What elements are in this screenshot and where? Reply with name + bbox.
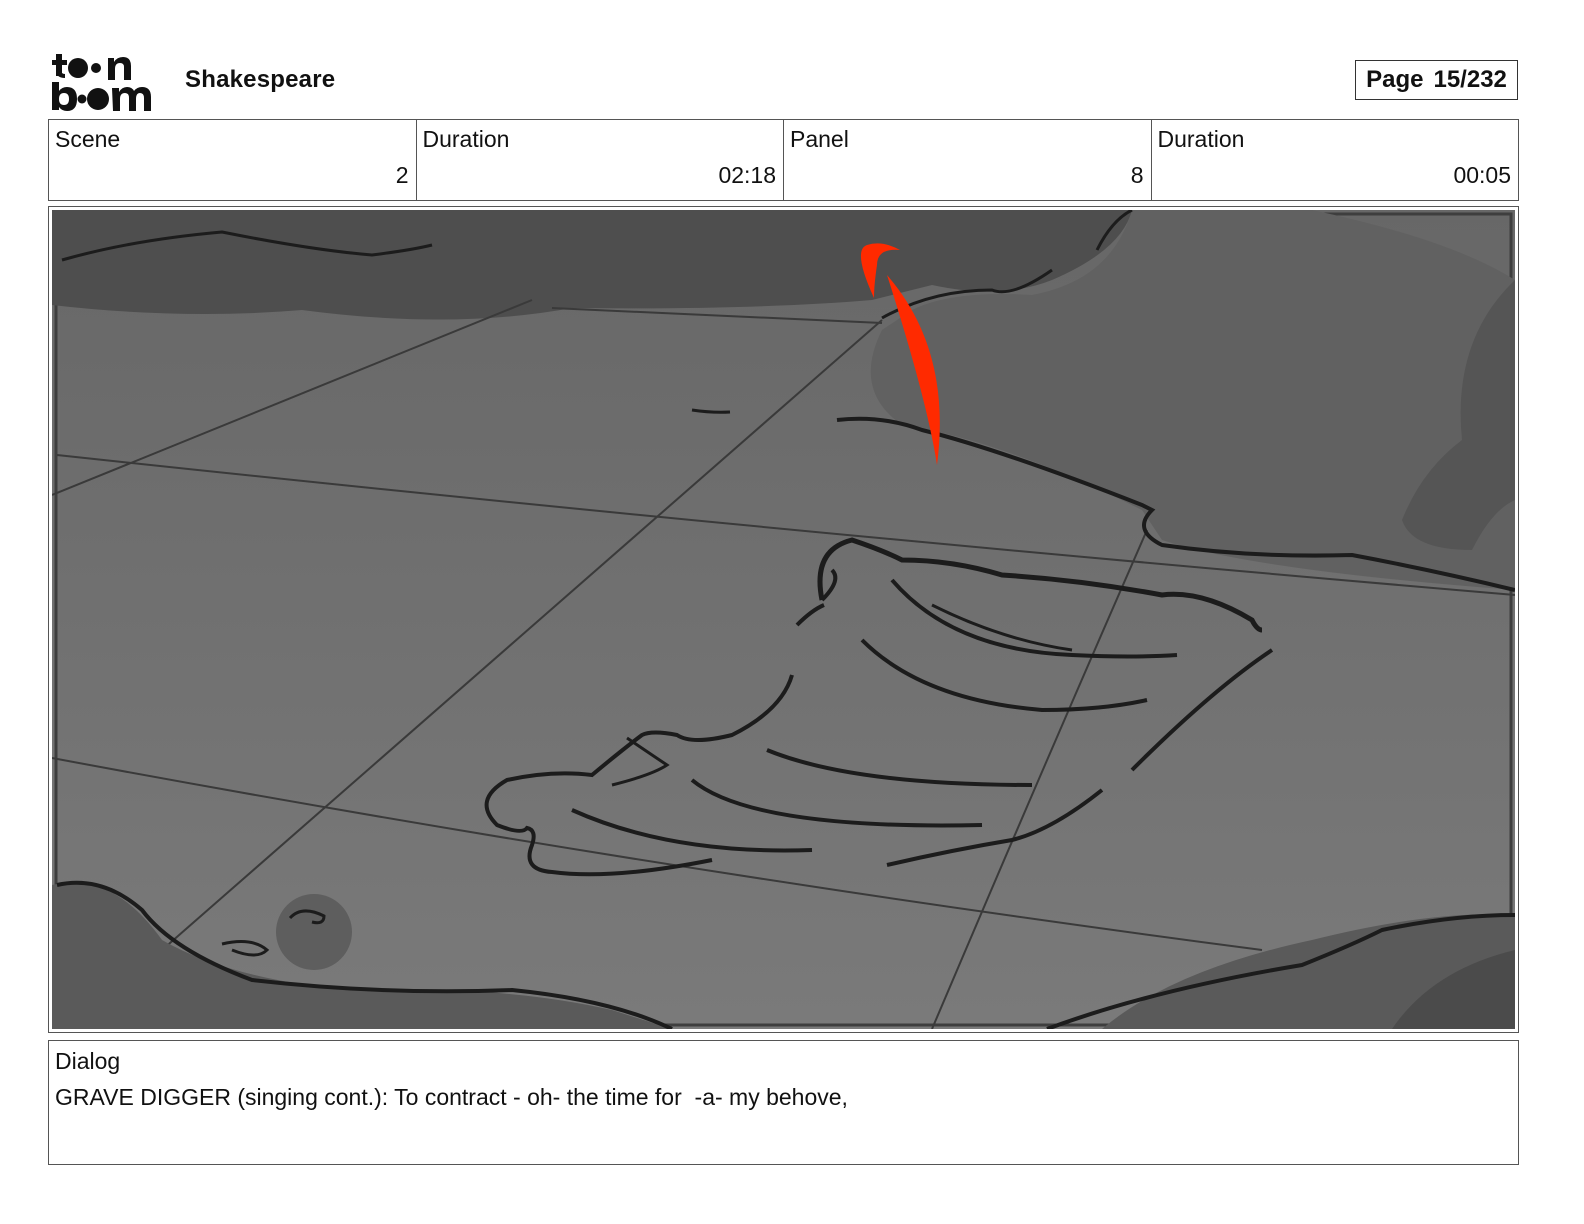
scene-label: Scene	[55, 126, 121, 152]
page-number: 15/232	[1433, 66, 1507, 93]
panel-duration-label: Duration	[1157, 126, 1245, 152]
logo-mark-icon	[52, 54, 151, 111]
project-title: Shakespeare	[185, 66, 336, 93]
page-label: Page	[1366, 66, 1424, 93]
scene-cell: Scene 2	[49, 120, 417, 200]
storyboard-panel-frame	[48, 206, 1519, 1033]
scene-duration-cell: Duration 02:18	[417, 120, 784, 200]
dialog-label: Dialog	[55, 1048, 121, 1074]
scene-value: 2	[395, 162, 409, 188]
panel-cell: Panel 8	[784, 120, 1152, 200]
storyboard-sketch-image	[52, 210, 1515, 1029]
scene-duration-label: Duration	[422, 126, 510, 152]
scene-info-row: Scene 2 Duration 02:18 Panel 8 Duration …	[48, 119, 1519, 201]
panel-duration-value: 00:05	[1453, 162, 1511, 188]
dialog-box: Dialog GRAVE DIGGER (singing cont.): To …	[48, 1040, 1519, 1165]
dialog-text: GRAVE DIGGER (singing cont.): To contrac…	[55, 1084, 848, 1110]
panel-label: Panel	[790, 126, 849, 152]
panel-duration-cell: Duration 00:05	[1152, 120, 1519, 200]
scene-duration-value: 02:18	[718, 162, 776, 188]
page-indicator: Page 15/232	[1355, 60, 1518, 100]
toon-boom-logo	[52, 50, 164, 112]
panel-value: 8	[1130, 162, 1144, 188]
